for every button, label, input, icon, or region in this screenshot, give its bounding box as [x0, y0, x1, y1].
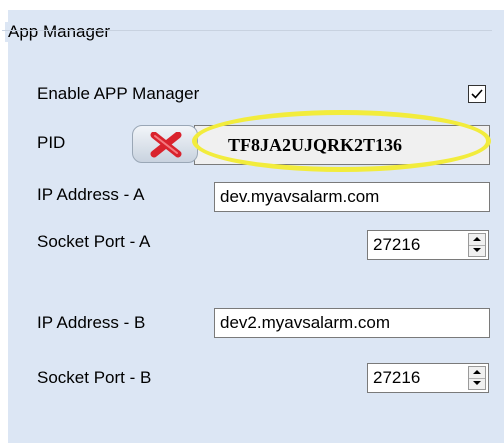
ip-address-a-field[interactable]: dev.myavsalarm.com [214, 182, 490, 212]
ip-address-b-label: IP Address - B [37, 313, 146, 332]
socket-port-a-down-button[interactable] [469, 245, 485, 256]
ip-address-a-label: IP Address - A [37, 185, 145, 204]
socket-port-b-down-button[interactable] [469, 378, 485, 389]
arrow-up-icon [473, 237, 481, 241]
arrow-up-icon [473, 370, 481, 374]
arrow-down-icon [473, 248, 481, 252]
pid-label: PID [37, 133, 66, 152]
clear-pid-button[interactable] [132, 125, 198, 163]
ip-address-b-field[interactable]: dev2.myavsalarm.com [214, 308, 490, 338]
red-x-icon [150, 132, 182, 158]
socket-port-a-value: 27216 [373, 235, 421, 254]
arrow-down-icon [473, 381, 481, 385]
checkmark-icon [471, 89, 483, 99]
socket-port-a-stepper[interactable]: 27216 [367, 230, 489, 260]
socket-port-a-spinner [468, 233, 486, 257]
socket-port-b-spinner [468, 366, 486, 390]
socket-port-b-value: 27216 [373, 368, 421, 387]
socket-port-a-label: Socket Port - A [37, 232, 151, 251]
enable-app-manager-label: Enable APP Manager [37, 84, 200, 103]
pid-field[interactable]: TF8JA2UJQRK2T136 [194, 125, 490, 165]
socket-port-b-stepper[interactable]: 27216 [367, 363, 489, 393]
socket-port-b-label: Socket Port - B [37, 368, 152, 387]
enable-app-manager-checkbox[interactable] [468, 85, 486, 103]
